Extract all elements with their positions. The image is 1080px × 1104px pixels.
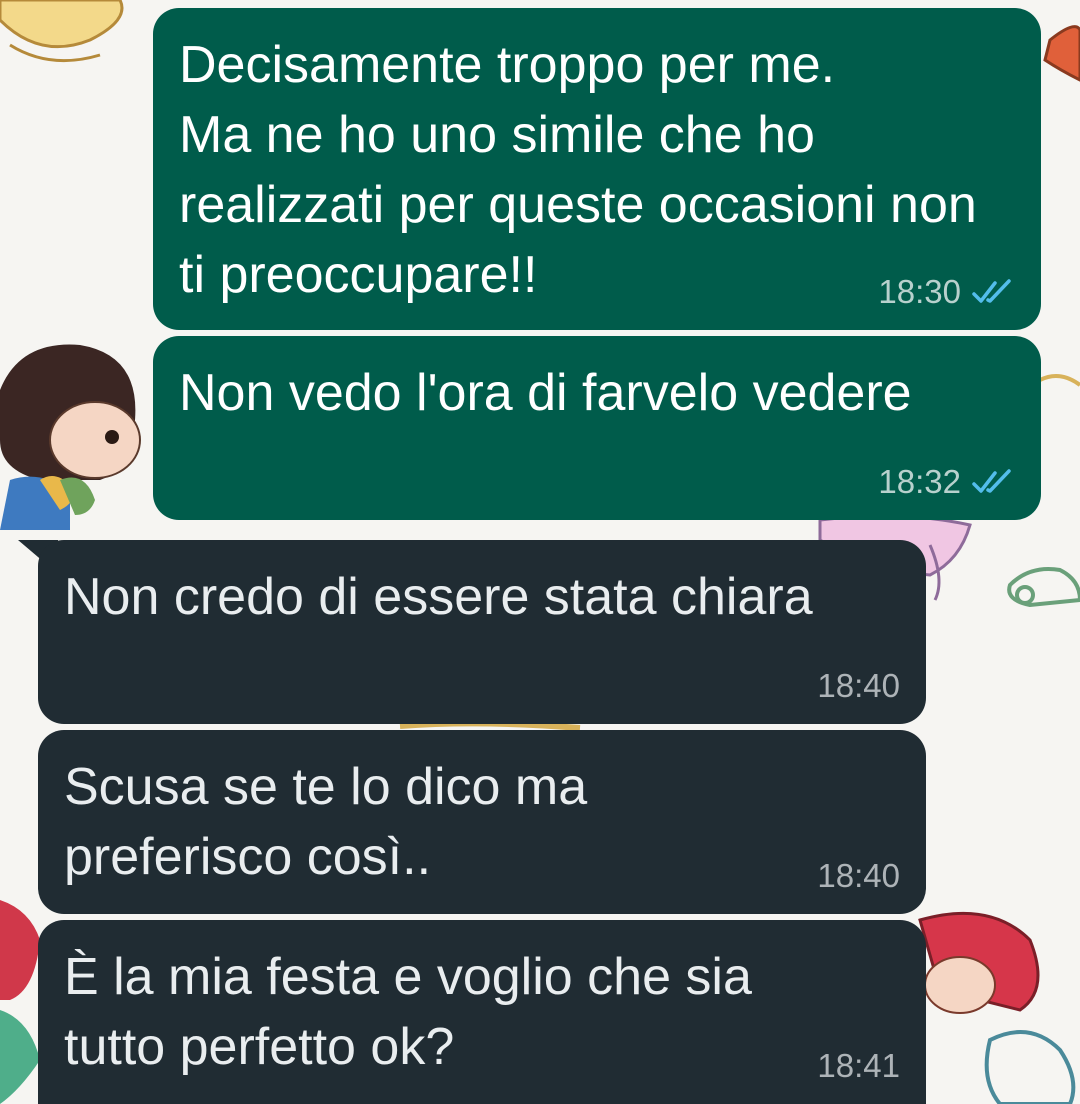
message-time: 18:41	[817, 1047, 900, 1084]
message-bubble-outgoing[interactable]: Non vedo l'ora di farvelo vedere 18:32	[153, 336, 1041, 520]
message-bubble-outgoing[interactable]: Decisamente troppo per me. Ma ne ho uno …	[153, 8, 1041, 330]
wallpaper-doodle-girl-left	[0, 344, 141, 530]
message-time: 18:30	[878, 273, 961, 310]
message-text: Scusa se te lo dico ma preferisco così..	[64, 758, 588, 886]
message-bubble-incoming[interactable]: Scusa se te lo dico ma preferisco così..…	[38, 730, 926, 914]
message-text: Non vedo l'ora di farvelo vedere	[179, 364, 912, 422]
message-meta: 18:32	[878, 462, 1015, 502]
message-text: Non credo di essere stata chiara	[64, 568, 813, 626]
message-bubble-incoming[interactable]: Non credo di essere stata chiara 18:40	[38, 540, 926, 724]
message-meta: 18:30	[878, 272, 1015, 312]
message-time: 18:40	[817, 857, 900, 894]
double-check-read-icon	[972, 279, 1011, 303]
message-meta: 18:40	[817, 666, 900, 706]
message-text: È la mia festa e voglio che sia tutto pe…	[64, 948, 752, 1076]
double-check-read-icon	[972, 469, 1011, 493]
wallpaper-doodle-mid	[399, 720, 581, 731]
message-time: 18:32	[878, 463, 961, 500]
wallpaper-doodle-mermaid-left	[0, 900, 40, 1104]
message-bubble-incoming[interactable]: È la mia festa e voglio che sia tutto pe…	[38, 920, 926, 1104]
message-time: 18:40	[817, 667, 900, 704]
message-meta: 18:40	[817, 856, 900, 896]
message-text: Decisamente troppo per me. Ma ne ho uno …	[179, 36, 977, 304]
message-meta: 18:41	[817, 1046, 900, 1086]
wallpaper-doodle-top-right	[1039, 25, 1080, 387]
wallpaper-doodle-top-left	[0, 0, 124, 63]
wallpaper-doodle-mermaid-right	[918, 911, 1076, 1104]
